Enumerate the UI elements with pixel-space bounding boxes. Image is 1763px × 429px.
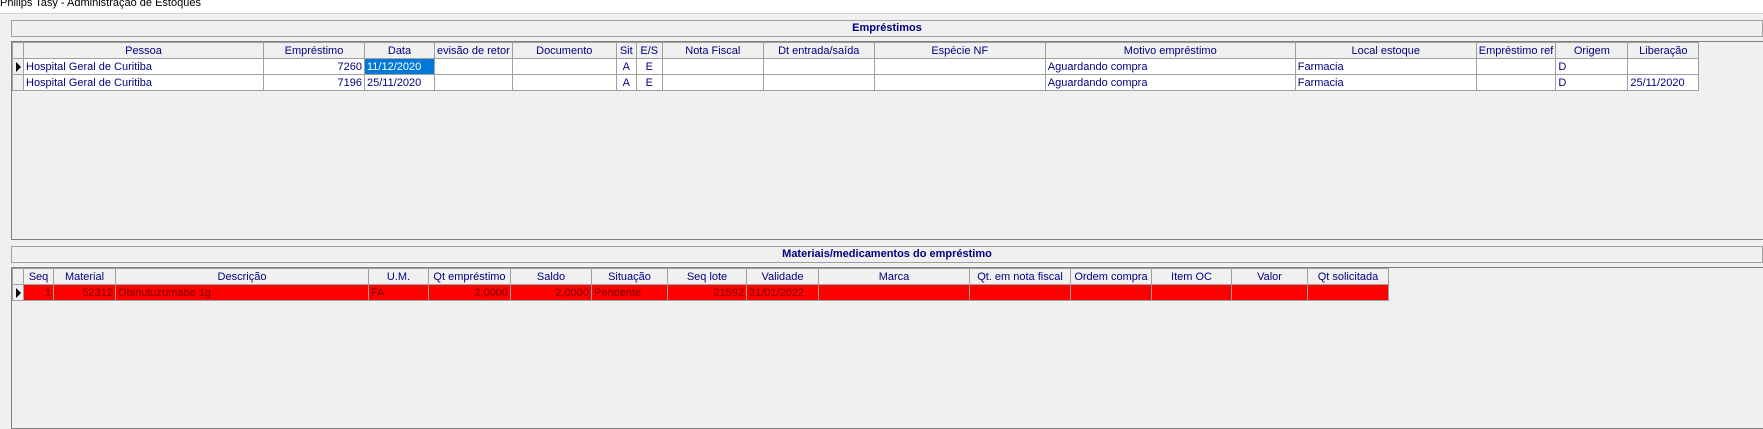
cell-pessoa[interactable]: Hospital Geral de Curitiba xyxy=(23,74,264,91)
window-title-bar: Philips Tasy - Administração de Estoques xyxy=(0,0,1763,14)
table-row-pending[interactable]: 1 52312 Obinutuzumabe 1g FA 2,0000 2,000… xyxy=(12,284,1389,301)
window-title: Philips Tasy - Administração de Estoques xyxy=(0,0,201,9)
row-indicator-header xyxy=(12,42,24,59)
col-header[interactable]: Nota Fiscal xyxy=(661,42,764,59)
cell-item-oc[interactable] xyxy=(1151,284,1232,301)
col-header[interactable]: Origem xyxy=(1555,42,1629,59)
col-header[interactable]: Documento xyxy=(511,42,617,59)
left-edge xyxy=(0,246,11,427)
cell-validade[interactable]: 31/01/2022 xyxy=(746,284,819,301)
cell-local-estoque[interactable]: Farmacia xyxy=(1294,74,1477,91)
col-header[interactable]: Descrição xyxy=(115,268,369,285)
cell-documento[interactable] xyxy=(511,74,617,91)
cell-valor[interactable] xyxy=(1231,284,1308,301)
table-row[interactable]: Hospital Geral de Curitiba 7260 11/12/20… xyxy=(12,58,1700,75)
cell-ordem-compra[interactable] xyxy=(1070,284,1152,301)
col-header[interactable]: Item OC xyxy=(1151,268,1232,285)
cell-especie-nf[interactable] xyxy=(873,58,1046,75)
cell-qt-nota-fiscal[interactable] xyxy=(969,284,1071,301)
col-header[interactable]: Pessoa xyxy=(23,42,264,59)
col-header[interactable]: Validade xyxy=(746,268,819,285)
emprestimos-header-row: Pessoa Empréstimo Data evisão de retor D… xyxy=(12,42,1700,59)
cell-qt-solicitada[interactable] xyxy=(1307,284,1389,301)
cell-origem[interactable]: D xyxy=(1555,58,1629,75)
cell-nota-fiscal[interactable] xyxy=(661,74,764,91)
cell-sit[interactable]: A xyxy=(615,58,637,75)
cell-marca[interactable] xyxy=(818,284,970,301)
col-header[interactable]: Qt empréstimo xyxy=(428,268,511,285)
cell-previsao[interactable] xyxy=(434,58,513,75)
cell-um[interactable]: FA xyxy=(368,284,429,301)
row-indicator-header xyxy=(12,268,24,285)
cell-emprestimo-ref[interactable] xyxy=(1475,58,1557,75)
emprestimos-grid[interactable]: Pessoa Empréstimo Data evisão de retor D… xyxy=(11,41,1763,240)
col-header[interactable]: Qt. em nota fiscal xyxy=(969,268,1071,285)
materiais-table: Seq Material Descrição U.M. Qt empréstim… xyxy=(12,268,1389,301)
col-header[interactable]: Data xyxy=(364,42,435,59)
cell-sit[interactable]: A xyxy=(615,74,637,91)
cell-liberacao[interactable]: 25/11/2020 xyxy=(1627,74,1700,91)
col-header[interactable]: Situação xyxy=(591,268,668,285)
materiais-grid[interactable]: Seq Material Descrição U.M. Qt empréstim… xyxy=(11,267,1763,429)
cell-previsao[interactable] xyxy=(434,74,513,91)
left-edge xyxy=(0,20,11,240)
cell-emprestimo[interactable]: 7196 xyxy=(263,74,365,91)
current-row-icon xyxy=(12,58,24,75)
emprestimos-panel: Empréstimos Pessoa Empréstimo Data evisã… xyxy=(0,20,1763,240)
cell-origem[interactable]: D xyxy=(1555,74,1629,91)
cell-liberacao[interactable] xyxy=(1627,58,1700,75)
cell-motivo[interactable]: Aguardando compra xyxy=(1044,58,1296,75)
col-header[interactable]: Dt entrada/saída xyxy=(762,42,875,59)
cell-seq-lote[interactable]: 21592 xyxy=(667,284,747,301)
cell-material[interactable]: 52312 xyxy=(53,284,116,301)
col-header[interactable]: Empréstimo ref xyxy=(1475,42,1557,59)
col-header[interactable]: Empréstimo xyxy=(263,42,365,59)
col-header[interactable]: Material xyxy=(53,268,116,285)
col-header[interactable]: Seq lote xyxy=(667,268,747,285)
emprestimos-title: Empréstimos xyxy=(11,20,1763,37)
cell-dt-entrada[interactable] xyxy=(762,58,875,75)
cell-local-estoque[interactable]: Farmacia xyxy=(1294,58,1477,75)
cell-nota-fiscal[interactable] xyxy=(661,58,764,75)
materiais-title: Materiais/medicamentos do empréstimo xyxy=(11,246,1763,263)
cell-data-selected[interactable]: 11/12/2020 xyxy=(364,58,435,75)
col-header[interactable]: Qt solicitada xyxy=(1307,268,1389,285)
materiais-panel: Materiais/medicamentos do empréstimo Seq… xyxy=(0,246,1763,429)
col-header[interactable]: Saldo xyxy=(510,268,592,285)
col-header[interactable]: Espécie NF xyxy=(873,42,1046,59)
row-indicator xyxy=(12,74,24,91)
col-header[interactable]: evisão de retor xyxy=(434,42,513,59)
cell-qt-emprestimo[interactable]: 2,0000 xyxy=(428,284,511,301)
col-header[interactable]: Ordem compra xyxy=(1070,268,1152,285)
current-row-icon xyxy=(12,284,24,301)
cell-seq[interactable]: 1 xyxy=(23,284,54,301)
col-header[interactable]: Valor xyxy=(1231,268,1308,285)
cell-es[interactable]: E xyxy=(635,58,663,75)
cell-emprestimo[interactable]: 7260 xyxy=(263,58,365,75)
cell-saldo[interactable]: 2,0000 xyxy=(510,284,592,301)
col-header[interactable]: Liberação xyxy=(1627,42,1700,59)
col-header[interactable]: Marca xyxy=(818,268,970,285)
table-row[interactable]: Hospital Geral de Curitiba 7196 25/11/20… xyxy=(12,74,1700,91)
cell-es[interactable]: E xyxy=(635,74,663,91)
col-header[interactable]: Sit xyxy=(615,42,637,59)
cell-documento[interactable] xyxy=(511,58,617,75)
materiais-header-row: Seq Material Descrição U.M. Qt empréstim… xyxy=(12,268,1389,285)
cell-especie-nf[interactable] xyxy=(873,74,1046,91)
cell-pessoa[interactable]: Hospital Geral de Curitiba xyxy=(23,58,264,75)
cell-emprestimo-ref[interactable] xyxy=(1475,74,1557,91)
col-header[interactable]: Local estoque xyxy=(1294,42,1477,59)
emprestimos-table: Pessoa Empréstimo Data evisão de retor D… xyxy=(12,42,1700,91)
cell-dt-entrada[interactable] xyxy=(762,74,875,91)
cell-motivo[interactable]: Aguardando compra xyxy=(1044,74,1296,91)
cell-descricao[interactable]: Obinutuzumabe 1g xyxy=(115,284,369,301)
cell-situacao[interactable]: Pendente xyxy=(591,284,668,301)
cell-data[interactable]: 25/11/2020 xyxy=(364,74,435,91)
col-header[interactable]: U.M. xyxy=(368,268,429,285)
col-header[interactable]: E/S xyxy=(635,42,663,59)
col-header[interactable]: Seq xyxy=(23,268,54,285)
col-header[interactable]: Motivo empréstimo xyxy=(1044,42,1296,59)
